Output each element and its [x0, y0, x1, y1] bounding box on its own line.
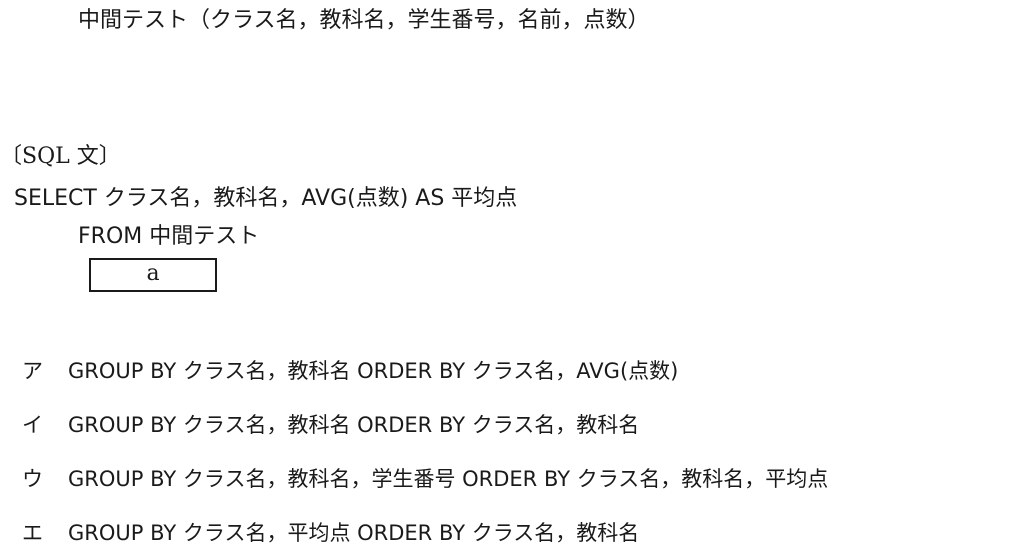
- table-definition: 中間テスト（クラス名，教科名，学生番号，名前，点数）: [78, 8, 650, 33]
- sql-from-line: FROM 中間テスト: [78, 224, 260, 249]
- option-text: GROUP BY クラス名，教科名 ORDER BY クラス名，AVG(点数): [68, 359, 679, 383]
- option-text: GROUP BY クラス名，平均点 ORDER BY クラス名，教科名: [68, 521, 640, 545]
- option-a: ア GROUP BY クラス名，教科名 ORDER BY クラス名，AVG(点数): [22, 356, 678, 386]
- option-mark: ア: [22, 359, 43, 383]
- option-u: ウ GROUP BY クラス名，教科名，学生番号 ORDER BY クラス名，教科…: [22, 464, 828, 494]
- option-i: イ GROUP BY クラス名，教科名 ORDER BY クラス名，教科名: [22, 410, 639, 440]
- sql-select-line: SELECT クラス名，教科名，AVG(点数) AS 平均点: [14, 186, 518, 211]
- option-text: GROUP BY クラス名，教科名 ORDER BY クラス名，教科名: [68, 413, 640, 437]
- option-mark: ウ: [22, 467, 43, 491]
- exam-question: 中間テスト（クラス名，教科名，学生番号，名前，点数） 〔SQL 文〕 SELEC…: [0, 0, 1020, 560]
- blank-a-label: a: [146, 261, 160, 286]
- sql-heading: 〔SQL 文〕: [0, 144, 121, 169]
- blank-a-box: a: [89, 258, 217, 292]
- option-mark: イ: [22, 413, 43, 437]
- option-e: エ GROUP BY クラス名，平均点 ORDER BY クラス名，教科名: [22, 518, 639, 548]
- option-text: GROUP BY クラス名，教科名，学生番号 ORDER BY クラス名，教科名…: [68, 467, 829, 491]
- option-mark: エ: [22, 521, 43, 545]
